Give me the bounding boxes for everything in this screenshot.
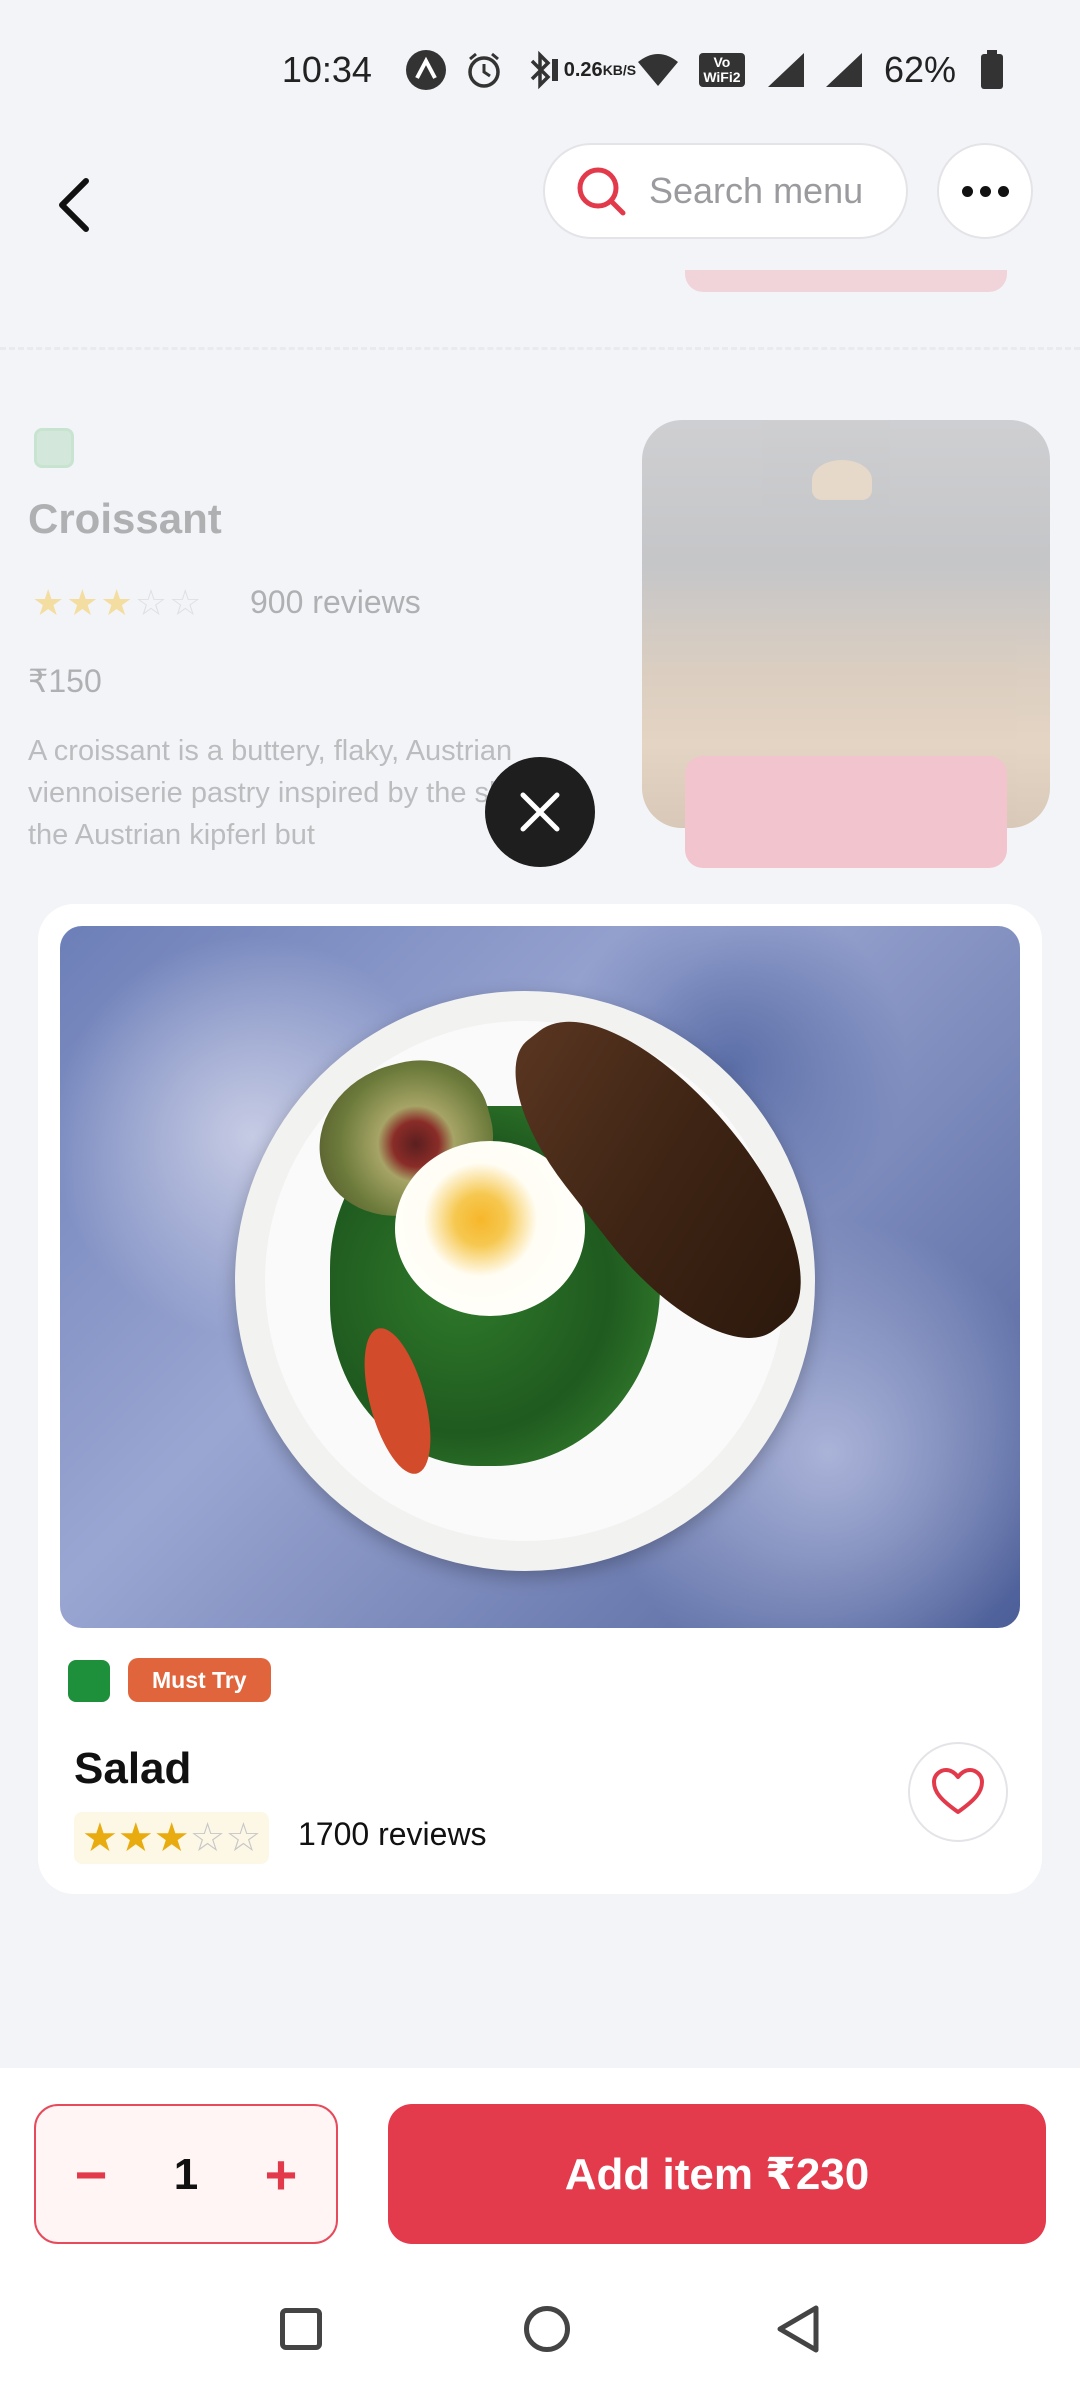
close-button[interactable]: [485, 757, 595, 867]
quantity-stepper: − 1 +: [34, 2104, 338, 2244]
search-icon: [577, 167, 626, 216]
close-icon: [520, 792, 560, 832]
back-triangle-icon[interactable]: [772, 2302, 822, 2356]
item-detail-card: Must Try Salad ★ ★ ★ ☆ ☆ 1700 reviews: [38, 904, 1042, 1894]
item-price: ₹150: [28, 663, 102, 699]
rating-stars: ★ ★ ★ ☆ ☆: [74, 1812, 270, 1864]
app-notification-icon: [404, 48, 448, 92]
star-filled-icon: ★: [153, 1816, 190, 1860]
battery-percent: 62%: [883, 49, 956, 90]
search-placeholder: Search menu: [649, 170, 864, 211]
back-button[interactable]: [30, 160, 120, 250]
add-button-croissant: [685, 756, 1007, 868]
add-item-button[interactable]: Add item ₹230: [388, 2104, 1046, 2244]
veg-indicator-icon: [68, 1660, 110, 1702]
must-try-badge: Must Try: [128, 1658, 271, 1702]
dish-name: Salad: [74, 1744, 192, 1793]
system-navigation-bar: [0, 2288, 1080, 2400]
veg-indicator-icon: [34, 428, 74, 468]
divider: [0, 347, 1080, 350]
header: Search menu: [0, 140, 1080, 270]
star-empty-icon: ☆: [225, 1816, 262, 1860]
heart-icon: [932, 1768, 984, 1814]
network-speed: 0.26 KB/S: [564, 48, 636, 92]
recent-apps-icon[interactable]: [280, 2308, 322, 2350]
more-dot: [979, 185, 991, 197]
increase-quantity-button[interactable]: +: [236, 2106, 326, 2242]
star-filled-icon: ★: [82, 1816, 118, 1860]
item-name: Croissant: [28, 495, 222, 542]
network-speed-value: 0.26: [563, 59, 603, 81]
star-filled-icon: ★: [117, 1816, 154, 1860]
star-empty-icon: ☆: [189, 1816, 226, 1860]
item-rating-stars: ★★★☆☆: [32, 582, 204, 623]
more-options-button[interactable]: [937, 143, 1033, 239]
lamp-shape: [812, 460, 872, 500]
salad-image: [60, 926, 1020, 1628]
item-detail-sheet: Must Try Salad ★ ★ ★ ☆ ☆ 1700 reviews: [0, 870, 1080, 2070]
network-speed-unit: KB/S: [602, 62, 637, 78]
item-reviews: 900 reviews: [250, 584, 421, 620]
chevron-left-icon: [59, 178, 89, 232]
dish-reviews: 1700 reviews: [298, 1816, 487, 1852]
volte-label: Vo: [713, 54, 731, 70]
more-dot: [997, 185, 1009, 197]
search-input[interactable]: Search menu: [543, 143, 908, 239]
volte-icon: Vo WiFi2: [694, 48, 750, 92]
alarm-icon: [462, 48, 506, 92]
more-horizontal-icon: [961, 185, 973, 197]
bluetooth-icon: [520, 48, 564, 92]
wifi-calling-label: WiFi2: [703, 69, 741, 85]
add-button-previous-item: [685, 270, 1007, 292]
signal-icon: [764, 48, 808, 92]
wifi-icon: [636, 48, 680, 92]
home-icon[interactable]: [524, 2306, 570, 2352]
status-bar: 10:34 0.26 KB/S Vo WiFi2 62%: [0, 0, 1080, 140]
signal-2-icon: [822, 48, 866, 92]
status-time: 10:34: [281, 49, 372, 90]
bottom-action-bar: − 1 + Add item ₹230: [0, 2068, 1080, 2400]
battery-icon: [970, 48, 1014, 92]
favorite-button[interactable]: [908, 1742, 1008, 1842]
